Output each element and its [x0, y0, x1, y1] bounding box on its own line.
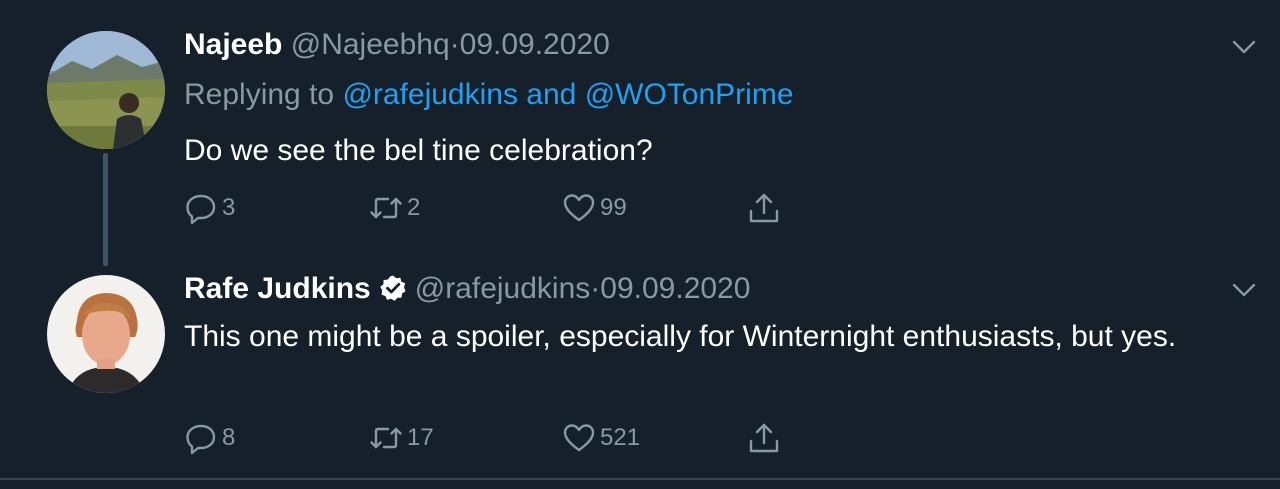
- like-button[interactable]: 521: [562, 420, 640, 456]
- more-options-button[interactable]: [1230, 37, 1258, 57]
- like-count: 99: [600, 194, 627, 221]
- replying-to-link[interactable]: @rafejudkins and @WOTonPrime: [342, 78, 793, 111]
- retweet-button[interactable]: 17: [369, 420, 434, 456]
- author-handle[interactable]: @rafejudkins: [415, 272, 591, 305]
- heart-icon: [563, 424, 595, 452]
- like-button[interactable]: 99: [562, 190, 627, 226]
- author-handle[interactable]: @Najeebhq: [291, 28, 450, 61]
- retweet-icon: [370, 197, 402, 219]
- author-name[interactable]: Rafe Judkins: [184, 272, 371, 305]
- tweet-thread: Najeeb @Najeebhq·09.09.2020 Replying to …: [0, 0, 1280, 489]
- tweet-header: Rafe Judkins @rafejudkins·09.09.2020: [184, 271, 750, 307]
- reply-icon: [186, 424, 216, 455]
- reply-button[interactable]: 3: [184, 190, 235, 226]
- tweet-header: Najeeb @Najeebhq·09.09.2020: [184, 27, 610, 63]
- tweet-actions: 8 17 521: [184, 420, 804, 456]
- separator-dot: ·: [590, 272, 601, 305]
- reply-icon: [186, 194, 216, 225]
- tweet-date[interactable]: 09.09.2020: [460, 28, 610, 61]
- reply-count: 3: [222, 194, 236, 221]
- tweet-najeeb[interactable]: Najeeb @Najeebhq·09.09.2020 Replying to …: [0, 0, 1280, 266]
- avatar-rafe-image: [47, 275, 165, 393]
- share-button[interactable]: [747, 190, 785, 226]
- bottom-divider: [0, 478, 1280, 480]
- retweet-count: 17: [407, 424, 434, 451]
- retweet-icon: [370, 427, 402, 449]
- tweet-actions: 3 2 99: [184, 190, 804, 226]
- retweet-count: 2: [407, 194, 421, 221]
- chevron-down-icon: [1232, 40, 1256, 54]
- tweet-text: Do we see the bel tine celebration?: [184, 134, 653, 167]
- reply-count: 8: [222, 424, 236, 451]
- share-icon: [749, 193, 779, 223]
- author-name[interactable]: Najeeb: [184, 28, 282, 61]
- replying-prefix: Replying to: [184, 78, 335, 111]
- separator-dot: ·: [449, 28, 460, 61]
- thread-connector-line: [103, 153, 108, 266]
- avatar[interactable]: [47, 31, 165, 149]
- chevron-down-icon: [1232, 283, 1256, 297]
- verified-badge: [379, 274, 407, 302]
- avatar[interactable]: [47, 275, 165, 393]
- more-options-button[interactable]: [1230, 280, 1258, 300]
- like-count: 521: [600, 424, 641, 451]
- share-icon: [749, 423, 779, 453]
- tweet-rafe-judkins[interactable]: Rafe Judkins @rafejudkins·09.09.2020 Thi…: [0, 262, 1280, 480]
- retweet-button[interactable]: 2: [369, 190, 420, 226]
- avatar-najeeb-image: [47, 31, 165, 149]
- tweet-date[interactable]: 09.09.2020: [600, 272, 750, 305]
- tweet-text: This one might be a spoiler, especially …: [184, 320, 1177, 353]
- verified-badge-icon: [380, 275, 406, 301]
- share-button[interactable]: [747, 420, 785, 456]
- heart-icon: [563, 194, 595, 222]
- reply-button[interactable]: 8: [184, 420, 235, 456]
- replying-to-line: Replying to @rafejudkins and @WOTonPrime: [184, 77, 794, 113]
